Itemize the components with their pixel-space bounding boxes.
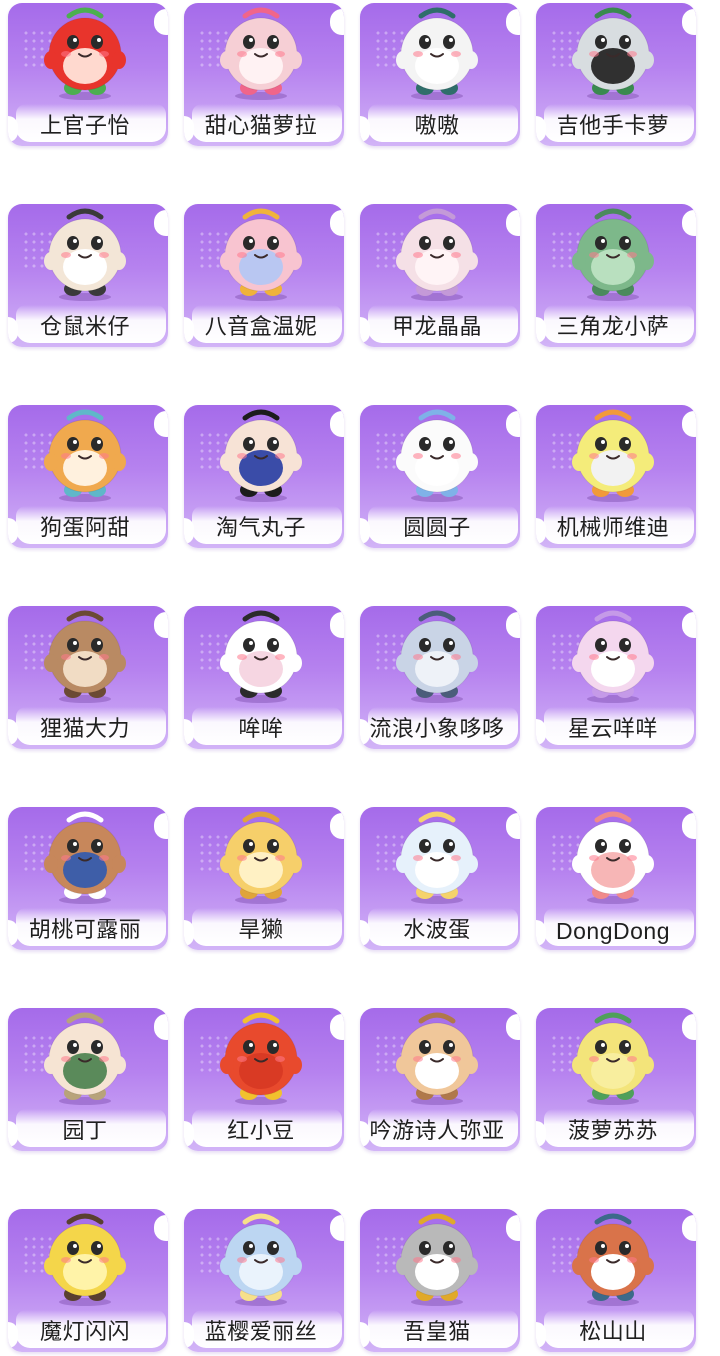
- character-card[interactable]: 旱獭: [176, 804, 346, 954]
- character-name: 机械师维迪: [556, 516, 670, 541]
- guitarist-character-icon: [567, 2, 659, 100]
- character-card[interactable]: 吟游诗人弥亚: [352, 1005, 522, 1155]
- music-box-character-icon: [215, 203, 307, 301]
- character-card[interactable]: 圆圆子: [352, 402, 522, 552]
- gardener-character-icon: [39, 1007, 131, 1105]
- character-name: 仓鼠米仔: [39, 315, 130, 340]
- white-sheep-character-icon: [567, 806, 659, 904]
- character-card[interactable]: 星云咩咩: [528, 603, 698, 753]
- character-name: 红小豆: [227, 1119, 295, 1144]
- character-card[interactable]: 园丁: [0, 1005, 170, 1155]
- character-name: 上官子怡: [39, 114, 130, 139]
- character-card[interactable]: 哞哞: [176, 603, 346, 753]
- red-bean-character-icon: [215, 1007, 307, 1105]
- hamster-character-icon: [39, 203, 131, 301]
- character-card[interactable]: 狸猫大力: [0, 603, 170, 753]
- character-name: 菠萝苏苏: [567, 1119, 658, 1144]
- cow-character-icon: [215, 605, 307, 703]
- character-card[interactable]: 三角龙小萨: [528, 201, 698, 351]
- marmot-character-icon: [215, 806, 307, 904]
- character-card[interactable]: 吾皇猫: [352, 1206, 522, 1356]
- red-panda-character-icon: [567, 1208, 659, 1306]
- character-name: 甲龙晶晶: [391, 315, 482, 340]
- character-name: 吟游诗人弥亚: [369, 1119, 505, 1144]
- character-card[interactable]: 水波蛋: [352, 804, 522, 954]
- character-name: 嗷嗷: [414, 114, 460, 139]
- character-name: 圆圆子: [403, 516, 471, 541]
- red-blob-character-icon: [39, 2, 131, 100]
- poached-egg-character-icon: [391, 806, 483, 904]
- character-card[interactable]: 八音盒温妮: [176, 201, 346, 351]
- emperor-cat-character-icon: [391, 1208, 483, 1306]
- mischievous-girl-character-icon: [215, 404, 307, 502]
- character-card[interactable]: 菠萝苏苏: [528, 1005, 698, 1155]
- character-card[interactable]: 魔灯闪闪: [0, 1206, 170, 1356]
- character-name: 流浪小象哆哆: [369, 717, 505, 742]
- character-card[interactable]: 嗷嗷: [352, 0, 522, 150]
- character-name: 甜心猫萝拉: [204, 114, 318, 139]
- character-card[interactable]: 甲龙晶晶: [352, 201, 522, 351]
- pineapple-character-icon: [567, 1007, 659, 1105]
- blue-alice-character-icon: [215, 1208, 307, 1306]
- character-card[interactable]: 上官子怡: [0, 0, 170, 150]
- character-grid: 上官子怡 甜心猫萝拉 嗷嗷 吉他手卡萝仓鼠米仔 八音盒温妮 甲龙晶晶 三角龙小萨狗蛋阿甜 淘气…: [0, 0, 720, 1352]
- character-name: 魔灯闪闪: [39, 1320, 130, 1345]
- character-name: 三角龙小萨: [556, 315, 670, 340]
- character-name: 星云咩咩: [567, 717, 658, 742]
- character-card[interactable]: 吉他手卡萝: [528, 0, 698, 150]
- pink-cat-character-icon: [215, 2, 307, 100]
- character-card[interactable]: 流浪小象哆哆: [352, 603, 522, 753]
- character-name: 旱獭: [238, 918, 284, 943]
- nebula-sheep-character-icon: [567, 605, 659, 703]
- character-name: 淘气丸子: [215, 516, 306, 541]
- character-name: 吉他手卡萝: [556, 114, 670, 139]
- character-name: 胡桃可露丽: [28, 918, 142, 943]
- character-card[interactable]: 红小豆: [176, 1005, 346, 1155]
- white-ghost-character-icon: [391, 404, 483, 502]
- character-card[interactable]: 狗蛋阿甜: [0, 402, 170, 552]
- magic-lamp-character-icon: [39, 1208, 131, 1306]
- ankylosaur-character-icon: [391, 203, 483, 301]
- character-name: 水波蛋: [403, 918, 471, 943]
- character-card[interactable]: 仓鼠米仔: [0, 201, 170, 351]
- character-name: 蓝樱爱丽丝: [204, 1320, 318, 1345]
- panda-character-icon: [391, 2, 483, 100]
- raccoon-dog-character-icon: [39, 605, 131, 703]
- character-name: 八音盒温妮: [204, 315, 318, 340]
- duck-mechanic-character-icon: [567, 404, 659, 502]
- character-card[interactable]: 机械师维迪: [528, 402, 698, 552]
- shiba-character-icon: [39, 404, 131, 502]
- character-card[interactable]: 淘气丸子: [176, 402, 346, 552]
- character-card[interactable]: DongDong: [528, 804, 698, 954]
- character-name: 松山山: [579, 1320, 647, 1345]
- character-name: DongDong: [556, 918, 670, 944]
- character-name: 哞哞: [238, 717, 284, 742]
- character-card[interactable]: 甜心猫萝拉: [176, 0, 346, 150]
- bard-deer-character-icon: [391, 1007, 483, 1105]
- character-card[interactable]: 胡桃可露丽: [0, 804, 170, 954]
- triceratops-character-icon: [567, 203, 659, 301]
- character-card[interactable]: 松山山: [528, 1206, 698, 1356]
- walnut-chef-character-icon: [39, 806, 131, 904]
- character-name: 吾皇猫: [403, 1320, 471, 1345]
- character-name: 狗蛋阿甜: [39, 516, 130, 541]
- elephant-character-icon: [391, 605, 483, 703]
- character-name: 狸猫大力: [39, 717, 130, 742]
- character-card[interactable]: 蓝樱爱丽丝: [176, 1206, 346, 1356]
- character-name: 园丁: [62, 1119, 108, 1144]
